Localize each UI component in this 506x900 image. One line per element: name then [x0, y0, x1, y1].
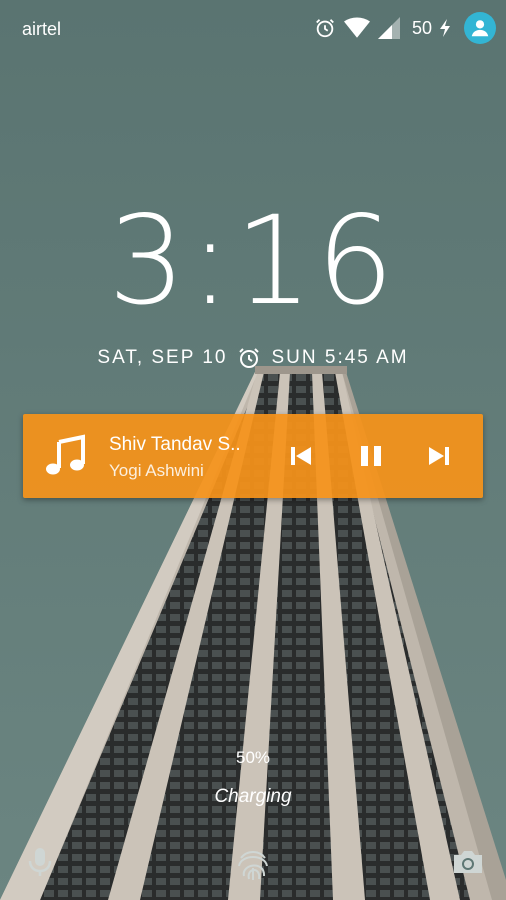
charge-percent: 50% [235, 748, 271, 767]
cell-signal-icon [377, 17, 400, 39]
song-artist: Yogi Ashwini [109, 461, 204, 480]
next-icon[interactable] [423, 440, 455, 472]
previous-icon[interactable] [285, 440, 317, 472]
battery-level: 50 [411, 17, 432, 38]
next-alarm: SUN 5:45 AM [271, 347, 409, 368]
user-avatar-icon[interactable] [464, 12, 496, 44]
song-title: Shiv Tandav S.. [109, 434, 241, 455]
carrier-name: airtel [22, 19, 62, 39]
fingerprint-icon[interactable] [233, 844, 273, 884]
charging-bolt-icon [440, 19, 450, 37]
status-icons: 50 [314, 12, 496, 44]
pause-icon[interactable] [355, 440, 387, 472]
mic-icon[interactable] [22, 844, 58, 880]
alarm-icon [239, 348, 260, 368]
wifi-icon [343, 17, 370, 38]
status-bar: airtel 50 [0, 0, 506, 58]
charge-status: Charging [214, 786, 292, 807]
media-notification[interactable]: Shiv Tandav S.. Yogi Ashwini [23, 414, 483, 498]
lock-clock: 3:16 [108, 190, 398, 332]
camera-icon[interactable] [450, 844, 486, 880]
date-alarm-row: SAT, SEP 10 SUN 5:45 AM [0, 346, 506, 370]
alarm-icon [316, 19, 334, 38]
music-note-icon [46, 434, 85, 475]
lock-date: SAT, SEP 10 [97, 347, 228, 368]
